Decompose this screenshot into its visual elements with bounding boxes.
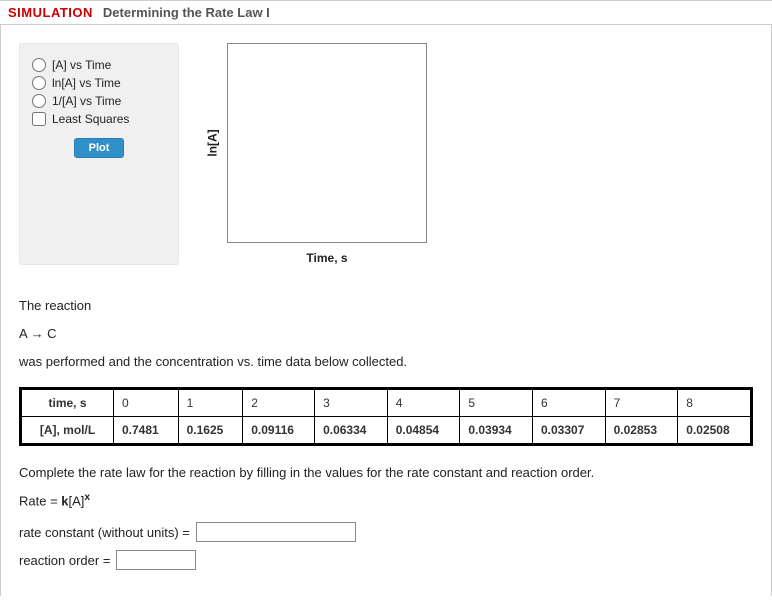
table-cell: 0.03934: [460, 417, 533, 444]
simulation-tag: SIMULATION: [8, 5, 93, 20]
data-table-wrap: time, s 0 1 2 3 4 5 6 7 8 [A], mol/L 0.7…: [19, 387, 753, 446]
data-table: time, s 0 1 2 3 4 5 6 7 8 [A], mol/L 0.7…: [21, 389, 751, 444]
table-cell: 3: [315, 390, 388, 417]
radio-inva-vs-time-input[interactable]: [32, 94, 46, 108]
table-cell: 0.03307: [532, 417, 605, 444]
table-cell: 0.09116: [243, 417, 315, 444]
radio-a-vs-time-input[interactable]: [32, 58, 46, 72]
radio-inva-vs-time[interactable]: 1/[A] vs Time: [32, 94, 166, 108]
radio-a-vs-time[interactable]: [A] vs Time: [32, 58, 166, 72]
chart-area: ln[A] Time, s: [199, 43, 439, 265]
rate-eq-left: Rate =: [19, 493, 61, 508]
table-cell: 8: [678, 390, 751, 417]
table-cell: 6: [532, 390, 605, 417]
problem-text: The reaction A → C was performed and the…: [19, 293, 753, 375]
rate-eq-x: x: [84, 492, 90, 503]
rate-eq-a: [A]: [69, 493, 85, 508]
table-cell: 2: [243, 390, 315, 417]
rate-equation: Rate = k[A]x: [19, 488, 753, 514]
rate-eq-k: k: [61, 493, 68, 508]
radio-lna-vs-time[interactable]: ln[A] vs Time: [32, 76, 166, 90]
table-cell: 0: [114, 390, 179, 417]
table-row-time: time, s 0 1 2 3 4 5 6 7 8: [22, 390, 751, 417]
intro-line-2: was performed and the concentration vs. …: [19, 349, 753, 375]
title-bar: SIMULATION Determining the Rate Law I: [0, 0, 772, 25]
reaction-order-row: reaction order =: [19, 550, 753, 570]
reaction-equation: A → C: [19, 321, 753, 347]
table-cell: 0.04854: [387, 417, 460, 444]
checkbox-least-squares-label: Least Squares: [52, 112, 129, 126]
intro-line-1: The reaction: [19, 293, 753, 319]
rate-constant-label: rate constant (without units) =: [19, 525, 190, 540]
time-header: time, s: [22, 390, 114, 417]
plot-button[interactable]: Plot: [74, 138, 125, 158]
table-cell: 5: [460, 390, 533, 417]
radio-lna-vs-time-label: ln[A] vs Time: [52, 76, 121, 90]
radio-inva-vs-time-label: 1/[A] vs Time: [52, 94, 121, 108]
table-cell: 7: [605, 390, 678, 417]
rate-constant-row: rate constant (without units) =: [19, 522, 753, 542]
plot-options-panel: [A] vs Time ln[A] vs Time 1/[A] vs Time …: [19, 43, 179, 265]
chart-canvas: [227, 43, 427, 243]
complete-law-text: Complete the rate law for the reaction b…: [19, 460, 753, 486]
table-cell: 0.1625: [178, 417, 243, 444]
table-cell: 4: [387, 390, 460, 417]
table-cell: 1: [178, 390, 243, 417]
radio-lna-vs-time-input[interactable]: [32, 76, 46, 90]
chart-ylabel: ln[A]: [206, 129, 220, 156]
table-cell: 0.06334: [315, 417, 388, 444]
checkbox-least-squares-input[interactable]: [32, 112, 46, 126]
rate-constant-input[interactable]: [196, 522, 356, 542]
radio-a-vs-time-label: [A] vs Time: [52, 58, 111, 72]
reaction-order-label: reaction order =: [19, 553, 110, 568]
table-cell: 0.7481: [114, 417, 179, 444]
main-content: [A] vs Time ln[A] vs Time 1/[A] vs Time …: [0, 25, 772, 596]
table-cell: 0.02853: [605, 417, 678, 444]
conc-header: [A], mol/L: [22, 417, 114, 444]
checkbox-least-squares[interactable]: Least Squares: [32, 112, 166, 126]
page-title: Determining the Rate Law I: [103, 5, 270, 20]
instruction-text: Complete the rate law for the reaction b…: [19, 460, 753, 514]
chart-xlabel: Time, s: [227, 251, 427, 265]
table-row-conc: [A], mol/L 0.7481 0.1625 0.09116 0.06334…: [22, 417, 751, 444]
table-cell: 0.02508: [678, 417, 751, 444]
reaction-order-input[interactable]: [116, 550, 196, 570]
